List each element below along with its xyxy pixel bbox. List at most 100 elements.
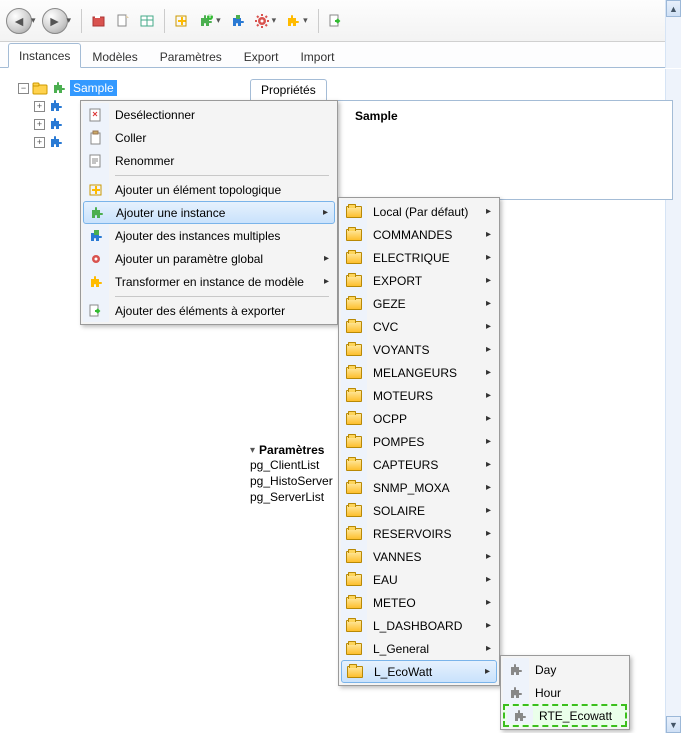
- folder-icon: [341, 292, 367, 315]
- submenu-item-pompes[interactable]: POMPES▸: [341, 430, 497, 453]
- menu-item-transformer-en-instance-de-mod-le[interactable]: Transformer en instance de modèle▸: [83, 270, 335, 293]
- nav-back-button[interactable]: ◄: [6, 8, 32, 34]
- submenu-item-electrique[interactable]: ELECTRIQUE▸: [341, 246, 497, 269]
- submenu-item-voyants[interactable]: VOYANTS▸: [341, 338, 497, 361]
- submenu-item-reservoirs[interactable]: RESERVOIRS▸: [341, 522, 497, 545]
- submenu-item-rte-ecowatt[interactable]: RTE_Ecowatt: [503, 704, 627, 727]
- properties-tab[interactable]: Propriétés: [250, 79, 327, 100]
- chevron-right-icon: ▸: [486, 206, 491, 217]
- submenu-item-commandes[interactable]: COMMANDES▸: [341, 223, 497, 246]
- submenu-item-snmp-moxa[interactable]: SNMP_MOXA▸: [341, 476, 497, 499]
- folder-icon: [341, 522, 367, 545]
- paste-icon: [83, 126, 109, 149]
- submenu-item-melangeurs[interactable]: MELANGEURS▸: [341, 361, 497, 384]
- param-row[interactable]: pg_ServerList: [250, 489, 333, 505]
- scroll-up-button[interactable]: ▲: [666, 0, 681, 17]
- tab-import[interactable]: Import: [289, 44, 345, 68]
- puzzle-grey-icon: [503, 681, 529, 704]
- toolbar-table-icon[interactable]: [136, 10, 158, 32]
- tree-root-label: Sample: [70, 80, 117, 96]
- submenu-ecowatt: DayHourRTE_Ecowatt: [500, 655, 630, 730]
- folder-icon: [341, 591, 367, 614]
- toolbar-export-icon[interactable]: [325, 10, 347, 32]
- submenu-item-capteurs[interactable]: CAPTEURS▸: [341, 453, 497, 476]
- submenu-item-solaire[interactable]: SOLAIRE▸: [341, 499, 497, 522]
- nav-back-dropdown[interactable]: ▾: [31, 15, 36, 26]
- param-row[interactable]: pg_HistoServer: [250, 473, 333, 489]
- submenu-item-local-par-d-faut-[interactable]: Local (Par défaut)▸: [341, 200, 497, 223]
- submenu-item-geze[interactable]: GEZE▸: [341, 292, 497, 315]
- menu-item-des-lectionner[interactable]: Desélectionner: [83, 103, 335, 126]
- submenu-item-l-ecowatt[interactable]: L_EcoWatt▸: [341, 660, 497, 683]
- submenu-item-l-dashboard[interactable]: L_DASHBOARD▸: [341, 614, 497, 637]
- submenu-item-moteurs[interactable]: MOTEURS▸: [341, 384, 497, 407]
- toolbar-transform-dd[interactable]: ▾: [303, 15, 308, 26]
- chevron-right-icon: ▸: [486, 252, 491, 263]
- puzzle-icon: [51, 80, 67, 96]
- chevron-right-icon: ▸: [486, 321, 491, 332]
- param-row[interactable]: pg_ClientList: [250, 457, 333, 473]
- parametres-title: Paramètres: [259, 443, 324, 457]
- submenu-item-cvc[interactable]: CVC▸: [341, 315, 497, 338]
- menu-item-coller[interactable]: Coller: [83, 126, 335, 149]
- puzzle-grey-icon: [503, 658, 529, 681]
- tree-expand-icon[interactable]: +: [34, 119, 45, 130]
- nav-forward-dropdown[interactable]: ▾: [67, 15, 72, 26]
- tree-expand-icon[interactable]: +: [34, 137, 45, 148]
- menu-item-ajouter-des-l-ments-exporter[interactable]: Ajouter des éléments à exporter: [83, 299, 335, 322]
- toolbar-open-icon[interactable]: [88, 10, 110, 32]
- toolbar: ◄ ▾ ► ▾ + ▾ ▾ ▾: [0, 0, 681, 42]
- puzzle-icon: [48, 98, 64, 114]
- tab-modeles[interactable]: Modèles: [81, 44, 148, 68]
- submenu-item-vannes[interactable]: VANNES▸: [341, 545, 497, 568]
- puzzle-yellow-icon: [83, 270, 109, 293]
- toolbar-puzzle-green-icon[interactable]: +: [195, 10, 217, 32]
- tree-root[interactable]: − Sample: [18, 79, 238, 97]
- toolbar-new-icon[interactable]: [112, 10, 134, 32]
- submenu-item-hour[interactable]: Hour: [503, 681, 627, 704]
- nav-forward-button[interactable]: ►: [42, 8, 68, 34]
- menu-item-ajouter-un-param-tre-global[interactable]: Ajouter un paramètre global▸: [83, 247, 335, 270]
- tab-instances[interactable]: Instances: [8, 43, 81, 68]
- folder-icon: [341, 269, 367, 292]
- toolbar-puzzle-green-dd[interactable]: ▾: [216, 15, 221, 26]
- menu-item-ajouter-un-l-ment-topologique[interactable]: Ajouter un élément topologique: [83, 178, 335, 201]
- toolbar-add-topo-icon[interactable]: [171, 10, 193, 32]
- submenu-item-meteo[interactable]: METEO▸: [341, 591, 497, 614]
- menu-item-renommer[interactable]: Renommer: [83, 149, 335, 172]
- deselect-icon: [83, 103, 109, 126]
- folder-icon: [341, 223, 367, 246]
- submenu-item-export[interactable]: EXPORT▸: [341, 269, 497, 292]
- submenu-item-l-general[interactable]: L_General▸: [341, 637, 497, 660]
- tab-export[interactable]: Export: [233, 44, 290, 68]
- parametres-section: ▾ Paramètres pg_ClientList pg_HistoServe…: [250, 443, 333, 505]
- chevron-right-icon: ▸: [486, 505, 491, 516]
- gear-icon: [83, 247, 109, 270]
- context-menu: DesélectionnerCollerRenommer Ajouter un é…: [80, 100, 338, 325]
- tab-parametres[interactable]: Paramètres: [149, 44, 233, 68]
- folder-icon: [341, 315, 367, 338]
- submenu-item-day[interactable]: Day: [503, 658, 627, 681]
- folder-icon: [341, 545, 367, 568]
- submenu-item-eau[interactable]: EAU▸: [341, 568, 497, 591]
- menu-item-ajouter-des-instances-multiples[interactable]: Ajouter des instances multiples: [83, 224, 335, 247]
- submenu-item-ocpp[interactable]: OCPP▸: [341, 407, 497, 430]
- toolbar-gear-icon[interactable]: [251, 10, 273, 32]
- tab-bar: Instances Modèles Paramètres Export Impo…: [0, 42, 681, 68]
- folder-icon: [341, 614, 367, 637]
- folder-icon: [341, 476, 367, 499]
- puzzle-grey-icon: [507, 707, 533, 724]
- puzzle-icon: [48, 134, 64, 150]
- submenu-instance-types: Local (Par défaut)▸COMMANDES▸ELECTRIQUE▸…: [338, 197, 500, 686]
- toolbar-puzzle-multi-icon[interactable]: [227, 10, 249, 32]
- toolbar-gear-dd[interactable]: ▾: [272, 15, 277, 26]
- chevron-right-icon: ▸: [486, 367, 491, 378]
- chevron-right-icon: ▸: [486, 298, 491, 309]
- tree-collapse-icon[interactable]: −: [18, 83, 29, 94]
- toolbar-transform-icon[interactable]: [282, 10, 304, 32]
- menu-item-ajouter-une-instance[interactable]: Ajouter une instance▸: [83, 201, 335, 224]
- folder-icon: [342, 661, 368, 682]
- chevron-down-icon[interactable]: ▾: [250, 445, 255, 456]
- tree-expand-icon[interactable]: +: [34, 101, 45, 112]
- chevron-right-icon: ▸: [486, 344, 491, 355]
